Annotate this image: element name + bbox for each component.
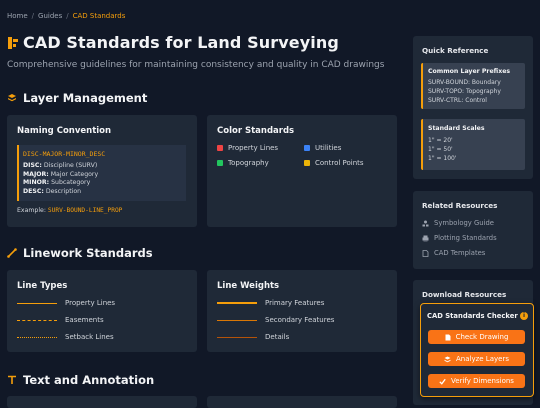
card-title: Naming Convention — [17, 126, 112, 136]
line-types-card: Line Types Property Lines Easements Setb… — [7, 270, 197, 352]
medium-line-sample — [217, 319, 257, 321]
naming-code-box: DISC-MAJOR-MINOR_DESC DISC: Discipline (… — [17, 145, 186, 201]
check-icon — [439, 378, 446, 385]
page-title: CAD Standards for Land Surveying — [23, 33, 339, 52]
text-icon — [8, 375, 16, 384]
color-item: Topography — [217, 159, 269, 167]
breadcrumb-separator: / — [31, 12, 35, 20]
card-title: Related Resources — [422, 201, 498, 210]
light-line-sample — [217, 336, 257, 338]
breadcrumb-separator: / — [66, 12, 69, 20]
prefixes-list: SURV-BOUND: Boundary SURV-TOPO: Topograp… — [428, 79, 501, 104]
color-item: Control Points — [304, 159, 364, 167]
breadcrumb-guides[interactable]: Guides — [38, 12, 62, 20]
swatch-green — [217, 160, 223, 166]
scales-box: Standard Scales 1" = 20' 1" = 50' 1" = 1… — [421, 119, 525, 170]
document-icon — [445, 334, 451, 340]
verify-dimensions-button[interactable]: Verify Dimensions — [428, 374, 525, 388]
checker-title: CAD Standards Checker — [427, 312, 518, 320]
layers-icon — [8, 94, 16, 102]
quick-reference-card: Quick Reference Common Layer Prefixes SU… — [413, 36, 533, 179]
line-weights-card: Line Weights Primary Features Secondary … — [207, 270, 397, 352]
line-type-row: Setback Lines — [17, 333, 114, 341]
section-title: Linework Standards — [23, 246, 153, 260]
line-weight-row: Primary Features — [217, 299, 324, 307]
color-item: Utilities — [304, 144, 341, 152]
dotted-line-sample — [17, 336, 57, 338]
prefixes-box: Common Layer Prefixes SURV-BOUND: Bounda… — [421, 63, 525, 109]
card-title: Color Standards — [217, 126, 295, 136]
analyze-layers-button[interactable]: Analyze Layers — [428, 352, 525, 366]
card-title: Quick Reference — [422, 46, 489, 55]
solid-line-sample — [17, 302, 57, 304]
breadcrumb: Home / Guides / CAD Standards — [7, 12, 125, 20]
color-item: Property Lines — [217, 144, 278, 152]
printer-icon — [422, 235, 429, 241]
breadcrumb-home[interactable]: Home — [7, 12, 28, 20]
page-header: CAD Standards for Land Surveying — [7, 33, 339, 52]
naming-definitions: DISC: Discipline (SURV) MAJOR: Major Cat… — [23, 162, 98, 196]
line-type-row: Easements — [17, 316, 104, 324]
naming-convention-card: Naming Convention DISC-MAJOR-MINOR_DESC … — [7, 115, 197, 227]
page-subtitle: Comprehensive guidelines for maintaining… — [7, 60, 385, 70]
swatch-red — [217, 145, 223, 151]
text-card-right — [207, 396, 397, 408]
drafting-icon — [8, 36, 18, 49]
swatch-blue — [304, 145, 310, 151]
definition-row: MINOR: Subcategory — [23, 179, 91, 186]
check-drawing-button[interactable]: Check Drawing — [428, 330, 525, 344]
standards-checker-panel: CAD Standards Checker i Check Drawing An… — [420, 303, 534, 397]
section-title: Layer Management — [23, 91, 148, 105]
ruler-icon — [7, 248, 17, 258]
naming-example: Example: SURV-BOUND-LINE_PROP — [17, 207, 123, 214]
scales-list: 1" = 20' 1" = 50' 1" = 100' — [428, 137, 457, 162]
color-standards-card: Color Standards Property Lines Utilities… — [207, 115, 397, 227]
heavy-line-sample — [217, 302, 257, 304]
breadcrumb-current: CAD Standards — [72, 12, 126, 20]
line-weight-row: Secondary Features — [217, 316, 334, 324]
section-title: Text and Annotation — [23, 373, 155, 387]
card-title: Line Types — [17, 281, 68, 291]
file-icon — [422, 249, 429, 257]
naming-pattern: DISC-MAJOR-MINOR_DESC — [23, 150, 106, 158]
definition-row: MAJOR: Major Category — [23, 170, 99, 178]
line-weight-row: Details — [217, 333, 289, 341]
card-title: Download Resources — [422, 290, 507, 299]
prefixes-title: Common Layer Prefixes — [428, 68, 511, 75]
swatch-yellow — [304, 160, 310, 166]
section-text-annotation: Text and Annotation — [7, 373, 154, 387]
resource-link-plotting[interactable]: Plotting Standards — [422, 234, 497, 242]
definition-row: DISC: Discipline (SURV) — [23, 162, 98, 169]
info-icon[interactable]: i — [520, 312, 528, 320]
scales-title: Standard Scales — [428, 125, 485, 132]
layers-icon — [444, 356, 451, 362]
definition-row: DESC: Description — [23, 187, 82, 195]
card-title: Line Weights — [217, 281, 280, 291]
symbols-icon — [422, 220, 429, 226]
text-card-left — [7, 396, 197, 408]
section-linework: Linework Standards — [7, 246, 153, 260]
resource-link-symbology[interactable]: Symbology Guide — [422, 219, 494, 227]
line-type-row: Property Lines — [17, 299, 115, 307]
example-value: SURV-BOUND-LINE_PROP — [47, 207, 123, 214]
resource-link-templates[interactable]: CAD Templates — [422, 249, 485, 257]
dashed-line-sample — [17, 319, 57, 321]
related-resources-card: Related Resources Symbology Guide Plotti… — [413, 191, 533, 269]
section-layer-management: Layer Management — [7, 91, 147, 105]
